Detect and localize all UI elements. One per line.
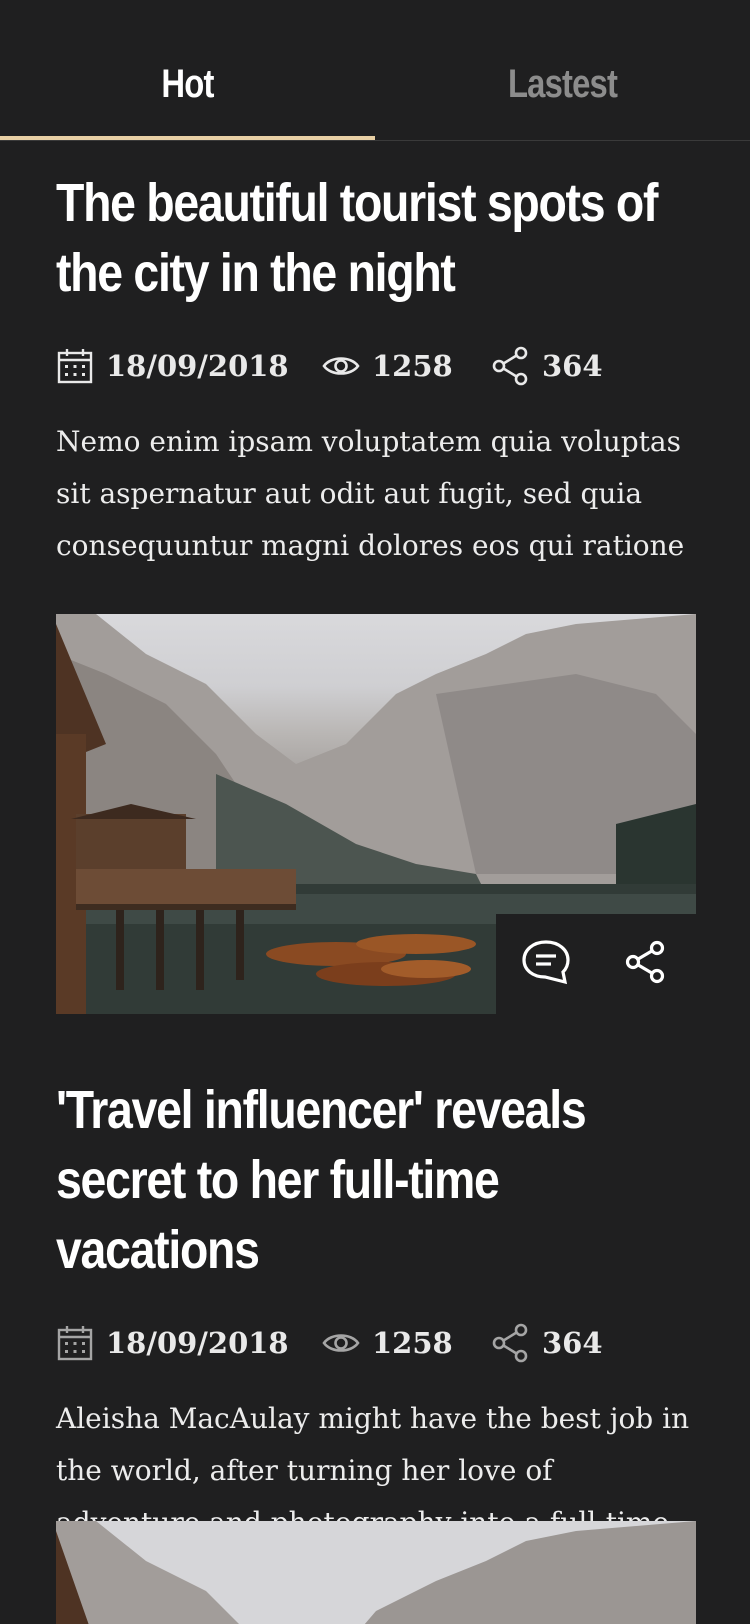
calendar-icon xyxy=(56,1324,94,1362)
eye-icon xyxy=(322,351,360,381)
article-photo[interactable] xyxy=(56,1521,696,1624)
date-text: 18/09/2018 xyxy=(106,1326,289,1360)
tab-bar: Hot Lastest xyxy=(0,0,750,141)
share-icon xyxy=(492,1323,530,1363)
comment-button[interactable] xyxy=(518,936,574,992)
article-card[interactable]: The beautiful tourist spots of the city … xyxy=(56,168,696,1014)
share-button[interactable] xyxy=(618,936,674,992)
share-icon xyxy=(492,346,530,386)
calendar-icon xyxy=(56,347,94,385)
date-text: 18/09/2018 xyxy=(106,349,289,383)
share-icon xyxy=(625,940,667,989)
shares-count: 364 xyxy=(542,349,603,383)
article-title[interactable]: The beautiful tourist spots of the city … xyxy=(56,168,696,308)
article-card[interactable]: 'Travel influencer' reveals secret to he… xyxy=(56,1075,696,1624)
eye-icon xyxy=(322,1328,360,1358)
tab-latest[interactable]: Lastest xyxy=(409,62,717,107)
active-tab-indicator xyxy=(0,136,375,140)
article-meta: 18/09/2018 1258 364 xyxy=(56,344,696,388)
article-excerpt: Nemo enim ipsam voluptatem quia voluptas… xyxy=(56,425,685,562)
article-views: 1258 xyxy=(322,344,453,388)
article-date: 18/09/2018 xyxy=(56,1321,289,1365)
article-views: 1258 xyxy=(322,1321,453,1365)
comment-icon xyxy=(521,939,571,990)
views-count: 1258 xyxy=(372,349,453,383)
views-count: 1258 xyxy=(372,1326,453,1360)
article-date: 18/09/2018 xyxy=(56,344,289,388)
photo-action-bar xyxy=(496,914,696,1014)
article-shares: 364 xyxy=(492,344,603,388)
article-shares: 364 xyxy=(492,1321,603,1365)
article-meta: 18/09/2018 1258 364 xyxy=(56,1321,696,1365)
shares-count: 364 xyxy=(542,1326,603,1360)
article-title[interactable]: 'Travel influencer' reveals secret to he… xyxy=(56,1075,696,1285)
article-photo[interactable] xyxy=(56,614,696,1014)
lake-photo-image xyxy=(56,1521,696,1624)
tab-hot[interactable]: Hot xyxy=(34,62,342,107)
